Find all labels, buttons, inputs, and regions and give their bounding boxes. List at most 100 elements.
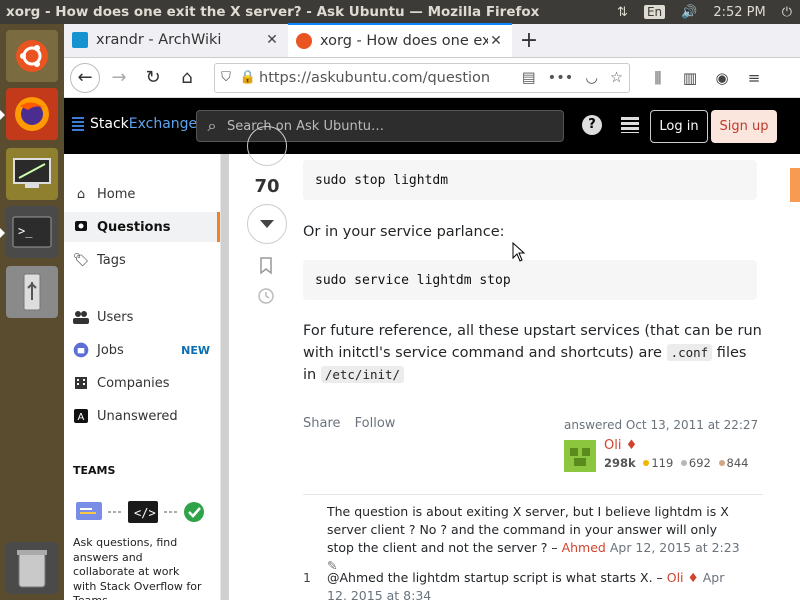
sidebar-item-tags[interactable]: 🏷 Tags [64, 245, 220, 275]
svg-text:A: A [78, 412, 85, 423]
code-block: sudo stop lightdm [303, 160, 757, 200]
site-switcher-icon[interactable] [621, 117, 639, 133]
downvote-button[interactable] [247, 204, 287, 244]
gold-badge-count: 119 [651, 456, 674, 470]
history-icon[interactable] [257, 287, 275, 309]
reader-view-icon[interactable]: ▤ [522, 70, 536, 86]
sidebar-item-label: Questions [97, 219, 171, 235]
page-actions-icon[interactable]: ••• [548, 70, 574, 86]
sidebar-item-unanswered[interactable]: A Unanswered [64, 401, 220, 431]
terminal-icon[interactable]: >_ [0, 206, 58, 258]
trash-icon[interactable] [6, 542, 58, 594]
avatar[interactable] [564, 440, 596, 472]
user-card: answered Oct 13, 2011 at 22:27 Oli ♦ 298… [564, 418, 764, 472]
reload-button[interactable]: ↻ [138, 63, 168, 93]
browser-tab-strip: xrandr - ArchWiki ✕ xorg - How does one … [64, 23, 800, 58]
comment-date[interactable]: Apr 12, 2015 at 2:23 [610, 540, 740, 555]
comment-score: 1 [303, 570, 311, 585]
follow-link[interactable]: Follow [355, 416, 396, 431]
clock[interactable]: 2:52 PM [713, 5, 765, 20]
usb-drive-icon[interactable] [6, 266, 58, 318]
comment-body: The question is about exiting X server, … [327, 503, 747, 575]
os-top-bar: xorg - How does one exit the X server? -… [0, 0, 800, 24]
comment-body: @Ahmed the lightdm startup script is wha… [327, 569, 747, 600]
url-bar[interactable]: ⛉ 🔒 https://askubuntu.com/question ▤ •••… [214, 62, 630, 93]
reputation-score: 298k [604, 456, 636, 470]
network-icon[interactable]: ⇅ [617, 5, 628, 20]
tab-label: xrandr - ArchWiki [96, 32, 222, 48]
tab-askubuntu[interactable]: xorg - How does one exit the X server? -… [288, 23, 512, 57]
users-icon [73, 309, 89, 325]
sidebar-item-home[interactable]: ⌂ Home [64, 179, 220, 209]
close-tab-icon[interactable]: ✕ [488, 33, 504, 49]
power-icon[interactable]: ⏻ [782, 5, 792, 20]
firefox-icon[interactable] [0, 88, 58, 140]
window-title: xorg - How does one exit the X server? -… [6, 4, 540, 20]
screenshot-tool-icon[interactable] [6, 148, 58, 200]
jobs-icon [73, 342, 89, 358]
help-icon[interactable]: ? [582, 115, 602, 135]
svg-text:</>: </> [134, 506, 156, 520]
svg-text:>_: >_ [18, 224, 33, 238]
comment-user[interactable]: Ahmed [562, 540, 606, 555]
volume-icon[interactable]: 🔊 [681, 5, 697, 20]
upvote-button[interactable] [247, 126, 287, 166]
stackexchange-logo-icon [72, 117, 84, 131]
ubuntu-launcher: >_ [0, 24, 64, 600]
page-scrollbar-thumb[interactable] [790, 168, 800, 202]
bookmark-star-icon[interactable]: ☆ [610, 70, 623, 86]
pocket-icon[interactable]: ◡ [585, 70, 598, 86]
site-header: Stack Exchange ⌕ Search on Ask Ubuntu… ? … [64, 98, 800, 154]
home-button[interactable]: ⌂ [172, 63, 202, 93]
bookmark-icon[interactable] [259, 257, 273, 279]
bronze-badge-count: 844 [726, 456, 749, 470]
share-link[interactable]: Share [303, 416, 341, 431]
vote-count: 70 [254, 176, 280, 197]
inline-code: /etc/init/ [320, 366, 405, 383]
sidebar-item-companies[interactable]: Companies [64, 368, 220, 398]
sidebar-icon[interactable]: ▥ [674, 69, 706, 87]
browser-nav-bar: ← → ↻ ⌂ ⛉ 🔒 https://askubuntu.com/questi… [64, 58, 800, 98]
tag-icon: 🏷 [72, 252, 90, 268]
mouse-cursor-icon [512, 241, 526, 266]
logo-text-exchange: Exchange [128, 116, 198, 132]
downvote-arrow-icon [260, 220, 274, 228]
comments-section: The question is about exiting X server, … [303, 494, 763, 600]
answer-post: 70 sudo stop lightdm Or in your service … [229, 126, 789, 600]
archwiki-favicon-icon [72, 32, 88, 48]
library-icon[interactable]: ⫼ [642, 69, 674, 87]
sidebar-item-label: Home [97, 186, 136, 202]
sidebar-item-users[interactable]: Users [64, 302, 220, 332]
url-text[interactable]: https://askubuntu.com/question [259, 70, 516, 86]
keyboard-language[interactable]: En [643, 5, 666, 19]
lock-icon[interactable]: 🔒 [237, 70, 259, 85]
login-button[interactable]: Log in [650, 110, 708, 143]
tab-label: xorg - How does one exit the X server? -… [320, 33, 488, 49]
new-tab-button[interactable]: + [512, 25, 546, 57]
shield-icon[interactable]: ⛉ [215, 70, 237, 85]
comment-user[interactable]: Oli ♦ [667, 570, 699, 585]
user-name[interactable]: Oli ♦ [604, 438, 637, 453]
sidebar-item-label: Jobs [97, 342, 124, 358]
teams-illustration: </> [74, 498, 214, 526]
signup-button[interactable]: Sign up [711, 110, 777, 143]
answered-timestamp: answered Oct 13, 2011 at 22:27 [564, 418, 759, 432]
forward-button[interactable]: → [104, 63, 134, 93]
ubuntu-dash-icon[interactable] [6, 30, 58, 82]
account-icon[interactable]: ◉ [706, 69, 738, 87]
logo-text-stack: Stack [90, 116, 129, 132]
home-icon: ⌂ [76, 186, 86, 202]
menu-icon[interactable]: ≡ [738, 69, 770, 87]
sidebar-item-jobs[interactable]: Jobs NEW [64, 335, 220, 365]
sidebar-item-label: Users [97, 309, 134, 325]
tab-archwiki[interactable]: xrandr - ArchWiki ✕ [64, 23, 288, 57]
unanswered-icon: A [73, 408, 89, 424]
sidebar-item-label: Unanswered [97, 408, 178, 424]
system-tray: ⇅ En 🔊 2:52 PM ⏻ [609, 0, 800, 24]
close-tab-icon[interactable]: ✕ [264, 32, 280, 48]
building-icon [73, 375, 89, 391]
sidebar-item-questions[interactable]: Questions [64, 212, 220, 242]
stackexchange-logo[interactable]: Stack Exchange [72, 116, 197, 132]
sidebar-scrollbar[interactable] [221, 154, 229, 600]
back-button[interactable]: ← [70, 62, 100, 93]
